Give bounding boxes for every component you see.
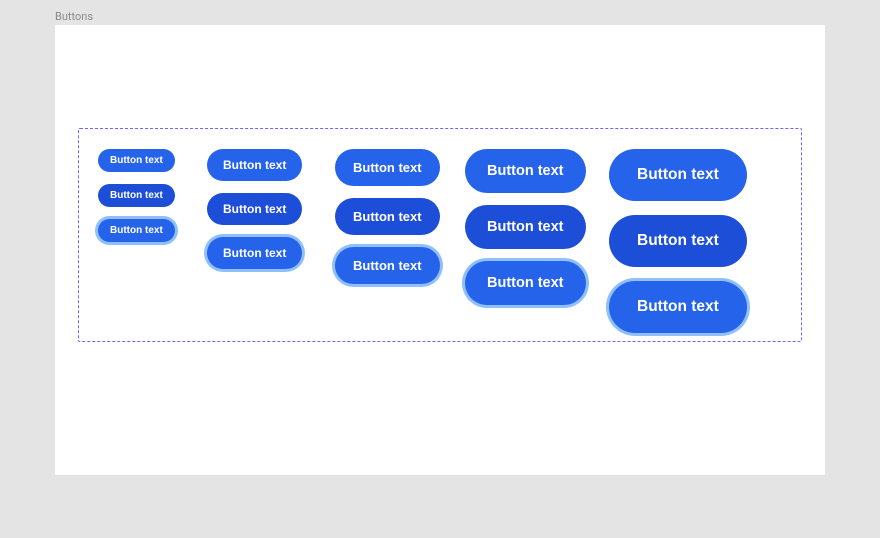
buttons-component-group[interactable]: Button text Button text Button text Butt… (78, 128, 802, 342)
button-xl-default[interactable]: Button text (609, 149, 747, 201)
button-sm-focus[interactable]: Button text (207, 237, 302, 269)
button-sm-default[interactable]: Button text (207, 149, 302, 181)
button-lg-hover[interactable]: Button text (465, 205, 586, 249)
button-column-sm: Button text Button text Button text (207, 149, 302, 269)
button-column-lg: Button text Button text Button text (465, 149, 586, 305)
button-column-md: Button text Button text Button text (335, 149, 440, 284)
button-md-focus[interactable]: Button text (335, 247, 440, 284)
button-xl-focus[interactable]: Button text (609, 281, 747, 333)
button-md-hover[interactable]: Button text (335, 198, 440, 235)
button-xs-focus[interactable]: Button text (98, 219, 175, 242)
button-column-xs: Button text Button text Button text (98, 149, 175, 242)
button-lg-focus[interactable]: Button text (465, 261, 586, 305)
button-md-default[interactable]: Button text (335, 149, 440, 186)
button-xs-hover[interactable]: Button text (98, 184, 175, 207)
button-column-xl: Button text Button text Button text (609, 149, 747, 333)
frame-label: Buttons (55, 10, 93, 23)
button-lg-default[interactable]: Button text (465, 149, 586, 193)
button-sm-hover[interactable]: Button text (207, 193, 302, 225)
design-canvas: Button text Button text Button text Butt… (55, 25, 825, 475)
button-xl-hover[interactable]: Button text (609, 215, 747, 267)
button-xs-default[interactable]: Button text (98, 149, 175, 172)
